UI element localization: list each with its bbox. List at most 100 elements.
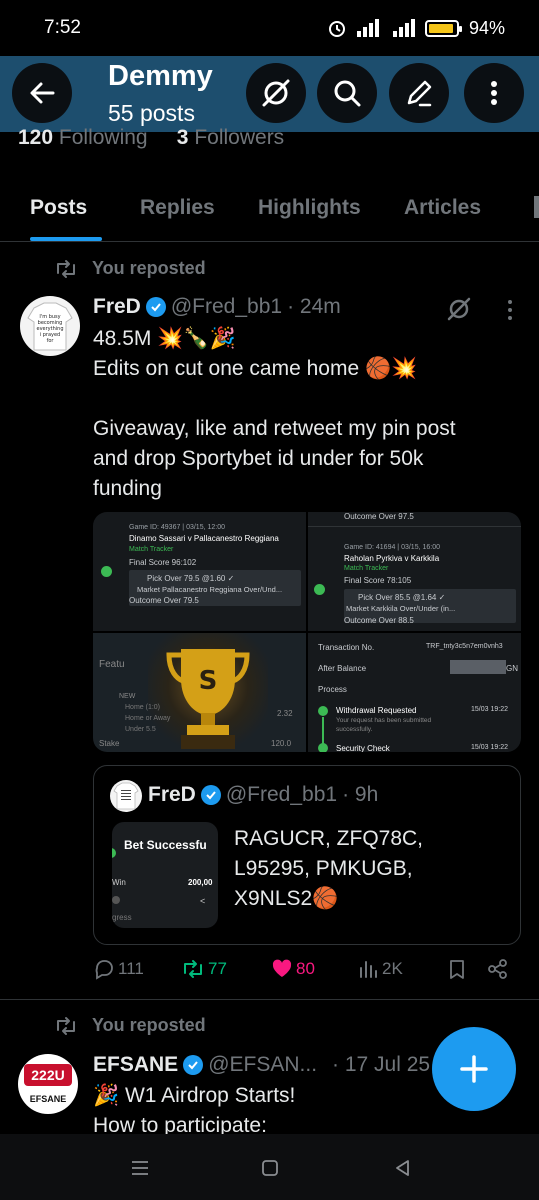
back-button[interactable]: [12, 63, 72, 123]
bet-ticket-image-1[interactable]: Game ID: 49367 | 03/15, 12:00 Dinamo Sas…: [93, 512, 306, 631]
following-link[interactable]: 120 Following: [18, 126, 148, 149]
tab-articles[interactable]: Articles: [404, 196, 481, 220]
bet-ticket-image-2[interactable]: Outcome Over 97.5 Game ID: 41694 | 03/15…: [308, 512, 521, 631]
status-time: 7:52: [44, 17, 81, 38]
bookmark-icon: [450, 960, 464, 979]
trophy-promo-image[interactable]: S Featu NEW Home (1:0) Home or Away Unde…: [93, 633, 306, 752]
thumb-title: Bet Successfu: [124, 838, 207, 852]
compose-fab-button[interactable]: [432, 1027, 516, 1111]
tweet-line: [93, 384, 513, 414]
more-button[interactable]: [464, 63, 524, 123]
post-time: · 17 Jul 25: [332, 1053, 431, 1076]
post-actions: 111 77 80 2K: [93, 958, 521, 988]
author-name[interactable]: EFSANE: [93, 1053, 178, 1077]
post-more-button[interactable]: [500, 298, 520, 327]
like-button[interactable]: 80: [271, 958, 315, 980]
bet1-score: Final Score 96:102: [129, 558, 197, 567]
grok-button[interactable]: [246, 63, 306, 123]
quoted-post[interactable]: FreD @Fred_bb1 · 9h Bet Successfu Win 20…: [93, 765, 521, 945]
tweet-header: FreD @Fred_bb1 · 24m: [93, 295, 341, 319]
balance-suffix: GN: [506, 664, 518, 673]
followers-link[interactable]: 3 Followers: [177, 126, 284, 149]
tab-posts[interactable]: Posts: [30, 196, 87, 220]
withdrawal-note: successfully.: [336, 726, 373, 733]
share-icon: <: [200, 896, 206, 906]
thumb-amount: 200,00: [188, 878, 213, 887]
avatar-logo: 222U: [24, 1064, 72, 1086]
bet2-tracker: Match Tracker: [344, 565, 389, 572]
grok-post-button[interactable]: [446, 296, 472, 327]
promo-row: Home or Away: [125, 715, 171, 722]
bet2-teams: Raholan Pyrkiva v Karkkila: [344, 554, 440, 563]
divider: [308, 526, 521, 527]
repost-button[interactable]: 77: [181, 958, 227, 980]
tweet-line: 48.5M 💥🍾🎉: [93, 327, 236, 350]
arrow-left-icon: [30, 82, 55, 104]
share-button[interactable]: [487, 958, 509, 980]
tab-replies[interactable]: Replies: [140, 196, 215, 220]
bookmark-button[interactable]: [446, 958, 468, 980]
active-tab-indicator: [30, 237, 102, 241]
repost-icon: [57, 259, 75, 278]
process-label: Process: [318, 685, 347, 694]
check-icon: [314, 584, 325, 595]
author-handle[interactable]: @EFSAN...: [208, 1053, 317, 1077]
repost-icon: [184, 960, 202, 978]
bet2-outcome-top: Outcome Over 97.5: [344, 512, 414, 521]
quote-body: RAGUCR, ZFQ78C, L95295, PMKUGB, X9NLS2🏀: [234, 824, 423, 914]
check-icon: [318, 706, 328, 716]
check-icon: [318, 743, 328, 752]
author-name[interactable]: FreD: [93, 295, 141, 319]
check-icon: [101, 566, 112, 577]
bet2-outcome: Outcome Over 88.5: [344, 616, 414, 625]
tab-highlights[interactable]: Highlights: [258, 196, 361, 220]
quote-line: L95295, PMKUGB,: [234, 857, 413, 880]
info-icon: [112, 896, 120, 904]
balance-label: After Balance: [318, 664, 367, 673]
plus-icon: [460, 1055, 488, 1083]
battery-icon: [424, 19, 462, 37]
profile-tabs: Posts Replies Highlights Articles: [0, 178, 539, 242]
recents-button[interactable]: [130, 1158, 150, 1183]
quote-avatar: [110, 780, 142, 812]
promo-row: NEW: [119, 693, 136, 700]
author-handle[interactable]: @Fred_bb1: [171, 295, 282, 319]
avatar[interactable]: I'm busy becoming everything i prayed fo…: [20, 296, 80, 356]
tweet-header: EFSANE @EFSAN... · 17 Jul 25: [93, 1053, 433, 1077]
triangle-back-icon: [396, 1160, 409, 1176]
search-button[interactable]: [317, 63, 377, 123]
grok-icon: [262, 79, 290, 107]
avatar-subtext: EFSANE: [29, 1094, 67, 1104]
square-icon: [262, 1160, 278, 1176]
security-date: 15/03 19:22: [471, 744, 508, 751]
bet1-pick: Pick Over 79.5 @1.60 ✓: [147, 574, 235, 583]
tweet-line: Edits on cut one came home 🏀💥: [93, 357, 418, 380]
tweet-line: and drop Sportybet id under for 50k: [93, 447, 424, 470]
views-button[interactable]: 2K: [357, 958, 403, 980]
avatar[interactable]: 222U EFSANE: [18, 1054, 78, 1114]
quote-time: · 9h: [342, 783, 379, 806]
quote-author: FreD: [148, 783, 196, 806]
bet1-outcome: Outcome Over 79.5: [129, 596, 199, 605]
media-grid: Game ID: 49367 | 03/15, 12:00 Dinamo Sas…: [93, 512, 521, 752]
transaction-image[interactable]: Transaction No. TRF_tnty3c5n7em0vnh3 Aft…: [308, 633, 521, 752]
withdrawal-status: Withdrawal Requested: [336, 706, 417, 715]
chart-icon: [360, 961, 377, 978]
back-nav-button[interactable]: [393, 1158, 413, 1183]
withdrawal-date: 15/03 19:22: [471, 706, 508, 713]
home-button[interactable]: [260, 1158, 280, 1183]
signal-icon: [356, 19, 379, 37]
reply-button[interactable]: 111: [93, 958, 144, 980]
trophy-badge-letter: S: [199, 666, 218, 696]
promo-feature-text: Featu: [99, 659, 125, 670]
battery-percent: 94%: [468, 17, 505, 38]
more-vertical-icon: [491, 81, 497, 105]
promo-row: Under 5.5: [125, 726, 156, 733]
bet2-game-id: Game ID: 41694 | 03/15, 16:00: [344, 544, 440, 551]
edit-button[interactable]: [389, 63, 449, 123]
quote-avatar-shirt-image: [113, 782, 139, 810]
tx-label: Transaction No.: [318, 643, 375, 652]
post-divider: [0, 999, 539, 1000]
promo-stake-value: 120.0: [271, 739, 292, 748]
withdrawal-note: Your request has been submitted: [336, 717, 432, 724]
